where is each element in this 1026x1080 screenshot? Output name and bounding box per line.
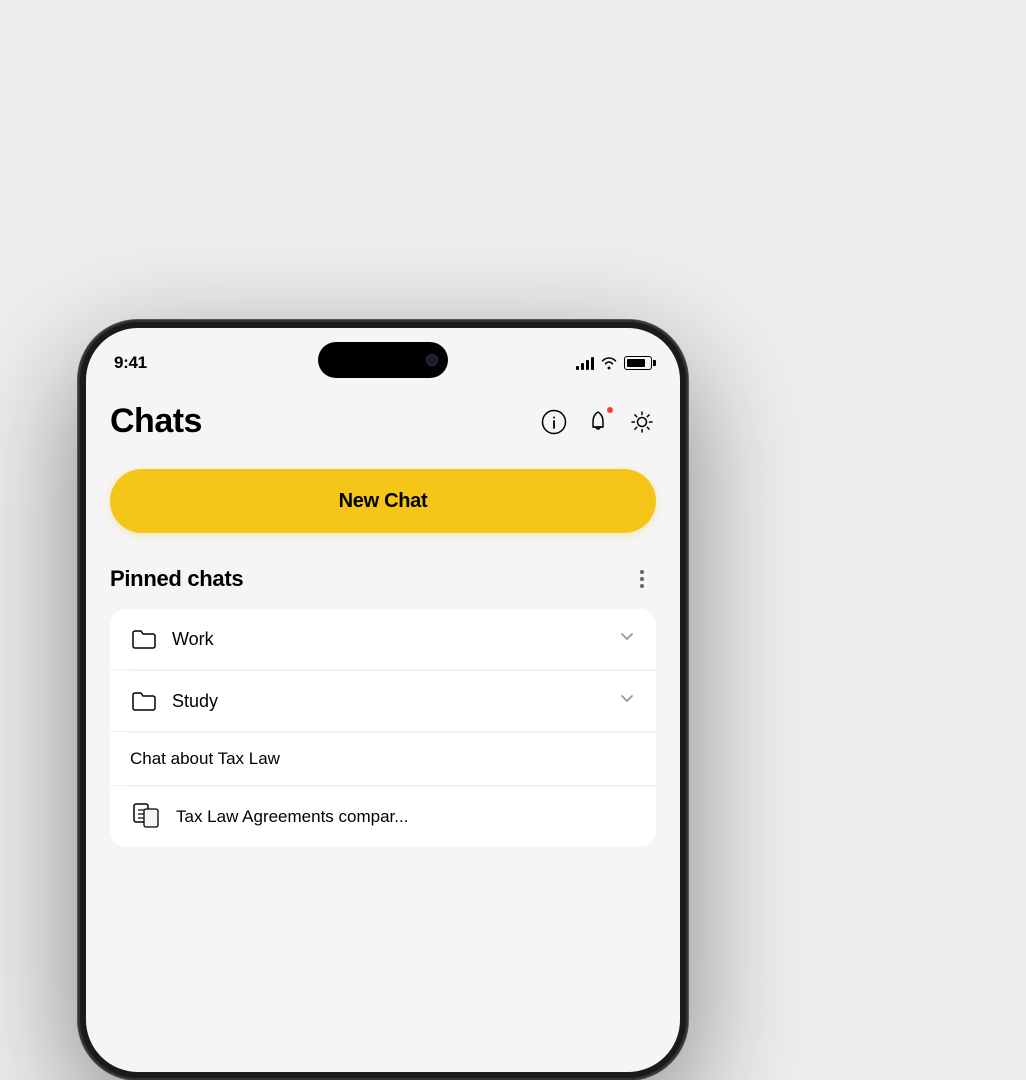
- status-icons: [576, 356, 652, 370]
- bar4: [591, 357, 594, 370]
- folder-study-label: Study: [172, 691, 218, 712]
- folder-study-icon: [130, 687, 158, 715]
- screen-content: Chats: [86, 388, 680, 1072]
- folder-work-icon: [130, 625, 158, 653]
- folder-item-study[interactable]: Study: [110, 671, 656, 732]
- notification-badge: [606, 406, 614, 414]
- folder-work-label: Work: [172, 629, 214, 650]
- status-time: 9:41: [114, 353, 147, 373]
- pinned-chats-title: Pinned chats: [110, 566, 243, 592]
- chat-item-tax-agreements[interactable]: Tax Law Agreements compar...: [110, 787, 656, 847]
- dot1: [640, 570, 644, 574]
- wifi-icon: [600, 356, 618, 370]
- pinned-chats-section-header: Pinned chats: [110, 565, 656, 593]
- dynamic-island: [318, 342, 448, 378]
- pinned-chats-list: Work: [110, 609, 656, 847]
- info-circle-icon: [541, 409, 567, 435]
- battery-fill: [627, 359, 645, 367]
- pinned-chats-more-button[interactable]: [628, 565, 656, 593]
- bar3: [586, 360, 589, 370]
- page-title: Chats: [110, 402, 202, 441]
- chat-item-tax-law[interactable]: Chat about Tax Law: [110, 733, 656, 786]
- info-button[interactable]: [540, 408, 568, 436]
- doc-compare-icon: [130, 801, 162, 833]
- battery-icon: [624, 356, 652, 370]
- folder-work-chevron: [618, 628, 636, 651]
- notifications-button[interactable]: [584, 408, 612, 436]
- new-chat-button[interactable]: New Chat: [110, 469, 656, 533]
- chat-item-tax-agreements-title: Tax Law Agreements compar...: [176, 807, 408, 827]
- dot2: [640, 577, 644, 581]
- signal-bars-icon: [576, 356, 594, 370]
- chat-item-tax-law-title: Chat about Tax Law: [130, 749, 280, 768]
- header-actions: [540, 408, 656, 436]
- header: Chats: [110, 398, 656, 441]
- brightness-button[interactable]: [628, 408, 656, 436]
- bar2: [581, 363, 584, 370]
- bar1: [576, 366, 579, 370]
- front-camera: [426, 354, 438, 366]
- dot3: [640, 584, 644, 588]
- folder-study-chevron: [618, 690, 636, 713]
- folder-item-work[interactable]: Work: [110, 609, 656, 670]
- new-chat-label: New Chat: [339, 490, 428, 513]
- phone-screen: 9:41: [86, 328, 680, 1072]
- phone-frame: 9:41: [78, 320, 688, 1080]
- sun-icon: [629, 409, 655, 435]
